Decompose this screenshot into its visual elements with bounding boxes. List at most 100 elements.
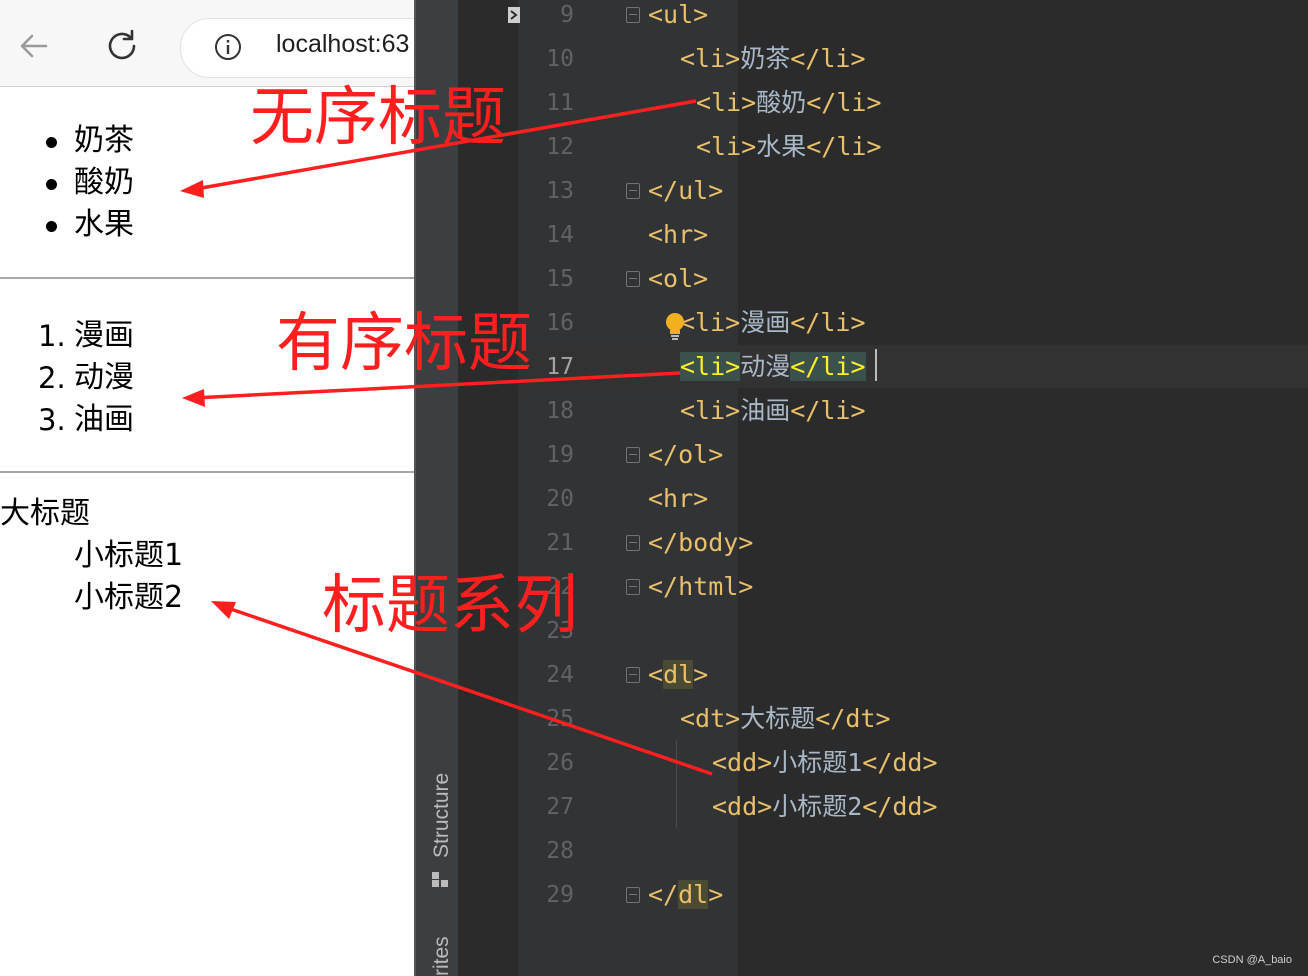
code-token: </ul>: [648, 176, 724, 205]
bullet: [46, 179, 57, 190]
code-line: <li>水果</li>: [696, 132, 882, 162]
definition-term: 大标题: [0, 496, 90, 531]
structure-tab[interactable]: Structure: [430, 773, 454, 858]
horizontal-rule: [0, 471, 414, 473]
code-token: 小标题1: [772, 748, 863, 777]
code-line: </html>: [648, 572, 753, 602]
fold-marker-icon[interactable]: [626, 7, 640, 23]
line-number: 25: [546, 706, 574, 732]
line-number: 29: [546, 882, 574, 908]
code-line: <dd>小标题1</dd>: [712, 748, 938, 778]
code-token: <li>: [680, 44, 741, 73]
lightbulb-icon[interactable]: [664, 312, 686, 342]
line-number: 13: [546, 178, 574, 204]
code-token: 奶茶: [740, 44, 791, 73]
structure-icon: [432, 872, 448, 887]
code-token: <hr>: [648, 484, 709, 513]
code-line: <ul>: [648, 0, 708, 30]
ide-window: Structure rites 9 10 11 12 13 14 15 16 1…: [414, 0, 1308, 976]
code-token: 水果: [756, 132, 807, 161]
list-item: 奶茶: [74, 123, 134, 158]
code-line: <li>奶茶</li>: [680, 44, 866, 74]
text-caret: [875, 349, 877, 381]
code-token: dl: [678, 880, 709, 909]
code-token: 动漫: [740, 352, 791, 381]
code-line: <li>漫画</li>: [680, 308, 866, 338]
code-token: <li>: [696, 88, 757, 117]
code-token: 油画: [740, 396, 791, 425]
code-token: </: [648, 880, 679, 909]
back-button[interactable]: [14, 26, 54, 66]
line-number: 14: [546, 222, 574, 248]
address-url[interactable]: localhost:63: [276, 30, 409, 59]
list-item: 油画: [74, 402, 134, 437]
annotation-label: 无序标题: [250, 81, 506, 155]
code-line: </body>: [648, 528, 753, 558]
code-token: </dd>: [862, 748, 938, 777]
code-token: <dt>: [680, 704, 741, 733]
line-number: 24: [546, 662, 574, 688]
code-token: </li>: [790, 308, 866, 337]
line-number: 28: [546, 838, 574, 864]
fold-marker-icon[interactable]: [626, 887, 640, 903]
line-number: 26: [546, 750, 574, 776]
code-token: </li>: [806, 88, 882, 117]
code-line: <dt>大标题</dt>: [680, 704, 891, 734]
list-number: 1.: [38, 319, 66, 353]
code-line: <hr>: [648, 484, 708, 514]
bullet: [46, 221, 57, 232]
list-item: 酸奶: [74, 165, 134, 200]
bullet: [46, 137, 57, 148]
code-line: <li>酸奶</li>: [696, 88, 882, 118]
fold-marker-icon[interactable]: [626, 447, 640, 463]
code-token: 漫画: [740, 308, 791, 337]
code-line: <ol>: [648, 264, 708, 294]
reload-icon: [108, 29, 136, 60]
indent-guide: [676, 740, 677, 828]
rendered-page: 奶茶 酸奶 水果 1. 漫画 2. 动漫 3. 油画 大标题 小标题1 小标题2: [0, 87, 414, 976]
code-token: <li>: [680, 308, 741, 337]
line-number: 11: [546, 90, 574, 116]
code-token: <dd>: [712, 748, 773, 777]
list-number: 3.: [38, 403, 66, 437]
code-token: </li>: [790, 396, 866, 425]
code-token: dl: [663, 660, 694, 689]
code-line: </ol>: [648, 440, 723, 470]
fold-marker-icon[interactable]: [626, 271, 640, 287]
line-number: 19: [546, 442, 574, 468]
list-item: 动漫: [74, 360, 134, 395]
line-number: 18: [546, 398, 574, 424]
code-token: 大标题: [740, 704, 816, 733]
info-icon[interactable]: [214, 33, 242, 61]
code-token: </body>: [648, 528, 754, 557]
code-token: </html>: [648, 572, 754, 601]
horizontal-rule: [0, 277, 414, 279]
watermark: CSDN @A_baio: [1212, 954, 1292, 966]
code-token: 小标题2: [772, 792, 863, 821]
code-token: >: [693, 660, 709, 689]
list-item: 漫画: [74, 318, 134, 353]
code-line: <li>油画</li>: [680, 396, 866, 426]
fold-marker-icon[interactable]: [626, 183, 640, 199]
list-item: 水果: [74, 207, 134, 242]
reload-button[interactable]: [102, 26, 142, 66]
code-token: </li>: [790, 352, 866, 381]
code-line: <dl>: [648, 660, 708, 690]
line-number: 21: [546, 530, 574, 556]
code-token: <li>: [696, 132, 757, 161]
fold-marker-icon[interactable]: [626, 579, 640, 595]
fold-marker-icon[interactable]: [626, 535, 640, 551]
current-line-highlight: [518, 345, 1308, 388]
favorites-tab[interactable]: rites: [430, 936, 454, 976]
definition-description: 小标题1: [74, 538, 184, 573]
definition-description: 小标题2: [74, 580, 184, 615]
code-token: </ol>: [648, 440, 724, 469]
line-number: 27: [546, 794, 574, 820]
browser-toolbar: localhost:63: [0, 0, 414, 87]
code-token: </dt>: [815, 704, 891, 733]
code-line: <dd>小标题2</dd>: [712, 792, 938, 822]
code-line: <hr>: [648, 220, 708, 250]
fold-marker-icon[interactable]: [626, 667, 640, 683]
arrow-left-icon: [20, 34, 48, 58]
code-token: <ol>: [648, 264, 709, 293]
